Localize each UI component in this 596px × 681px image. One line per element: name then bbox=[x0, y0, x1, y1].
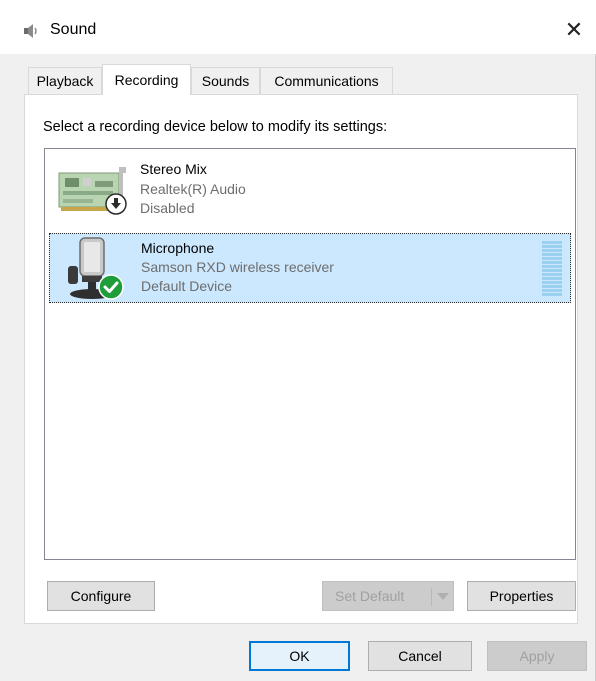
button-label: Apply bbox=[519, 648, 555, 664]
level-segment bbox=[542, 293, 562, 296]
level-segment bbox=[542, 241, 562, 244]
split-divider bbox=[431, 588, 432, 606]
level-segment bbox=[542, 253, 562, 256]
configure-button[interactable]: Configure bbox=[47, 581, 155, 611]
chevron-down-icon[interactable] bbox=[437, 593, 449, 601]
level-segment bbox=[542, 269, 562, 272]
level-segment bbox=[542, 249, 562, 252]
window-title: Sound bbox=[50, 21, 97, 38]
level-segment bbox=[542, 245, 562, 248]
device-driver: Realtek(R) Audio bbox=[140, 181, 246, 197]
instruction-text: Select a recording device below to modif… bbox=[43, 119, 388, 135]
button-label: OK bbox=[289, 648, 310, 664]
device-name: Stereo Mix bbox=[140, 161, 207, 177]
tab-recording[interactable]: Recording bbox=[102, 64, 191, 95]
close-button[interactable]: ✕ bbox=[552, 8, 596, 52]
properties-button[interactable]: Properties bbox=[467, 581, 576, 611]
device-list[interactable]: Stereo Mix Realtek(R) Audio Disabled Mic… bbox=[44, 148, 576, 560]
speaker-icon bbox=[24, 24, 37, 38]
device-status: Disabled bbox=[140, 200, 195, 216]
set-default-button[interactable]: Set Default bbox=[322, 581, 454, 611]
button-label: Cancel bbox=[398, 648, 442, 664]
apply-button[interactable]: Apply bbox=[487, 641, 587, 671]
tab-label: Communications bbox=[274, 73, 379, 89]
close-icon: ✕ bbox=[564, 17, 584, 43]
tab-communications[interactable]: Communications bbox=[260, 67, 393, 94]
button-label: Configure bbox=[70, 588, 132, 604]
level-segment bbox=[542, 277, 562, 280]
list-item-microphone[interactable]: Microphone Samson RXD wireless receiver … bbox=[49, 233, 571, 303]
level-segment bbox=[542, 273, 562, 276]
list-item-stereo-mix[interactable]: Stereo Mix Realtek(R) Audio Disabled bbox=[49, 155, 571, 225]
level-segment bbox=[542, 285, 562, 288]
level-segment bbox=[542, 281, 562, 284]
tab-label: Recording bbox=[114, 72, 179, 88]
tab-sounds[interactable]: Sounds bbox=[191, 67, 260, 94]
level-segment bbox=[542, 261, 562, 264]
cancel-button[interactable]: Cancel bbox=[368, 641, 472, 671]
device-name: Microphone bbox=[141, 240, 215, 256]
recording-panel: Select a recording device below to modif… bbox=[24, 94, 578, 624]
level-meter bbox=[542, 241, 562, 297]
device-driver: Samson RXD wireless receiver bbox=[141, 259, 334, 275]
button-label: Properties bbox=[489, 588, 554, 604]
default-check-icon bbox=[98, 274, 124, 300]
level-segment bbox=[542, 289, 562, 292]
tab-label: Playback bbox=[36, 73, 94, 89]
button-label: Set Default bbox=[335, 588, 405, 604]
device-status: Default Device bbox=[141, 278, 233, 294]
sound-dialog: Sound ✕ Playback Recording Sounds Commun… bbox=[0, 0, 596, 681]
disabled-arrow-icon bbox=[105, 193, 127, 215]
level-segment bbox=[542, 257, 562, 260]
tab-label: Sounds bbox=[201, 73, 250, 89]
title-bar[interactable]: Sound ✕ bbox=[0, 0, 596, 54]
level-segment bbox=[542, 265, 562, 268]
tab-playback[interactable]: Playback bbox=[28, 67, 102, 94]
ok-button[interactable]: OK bbox=[249, 641, 350, 671]
